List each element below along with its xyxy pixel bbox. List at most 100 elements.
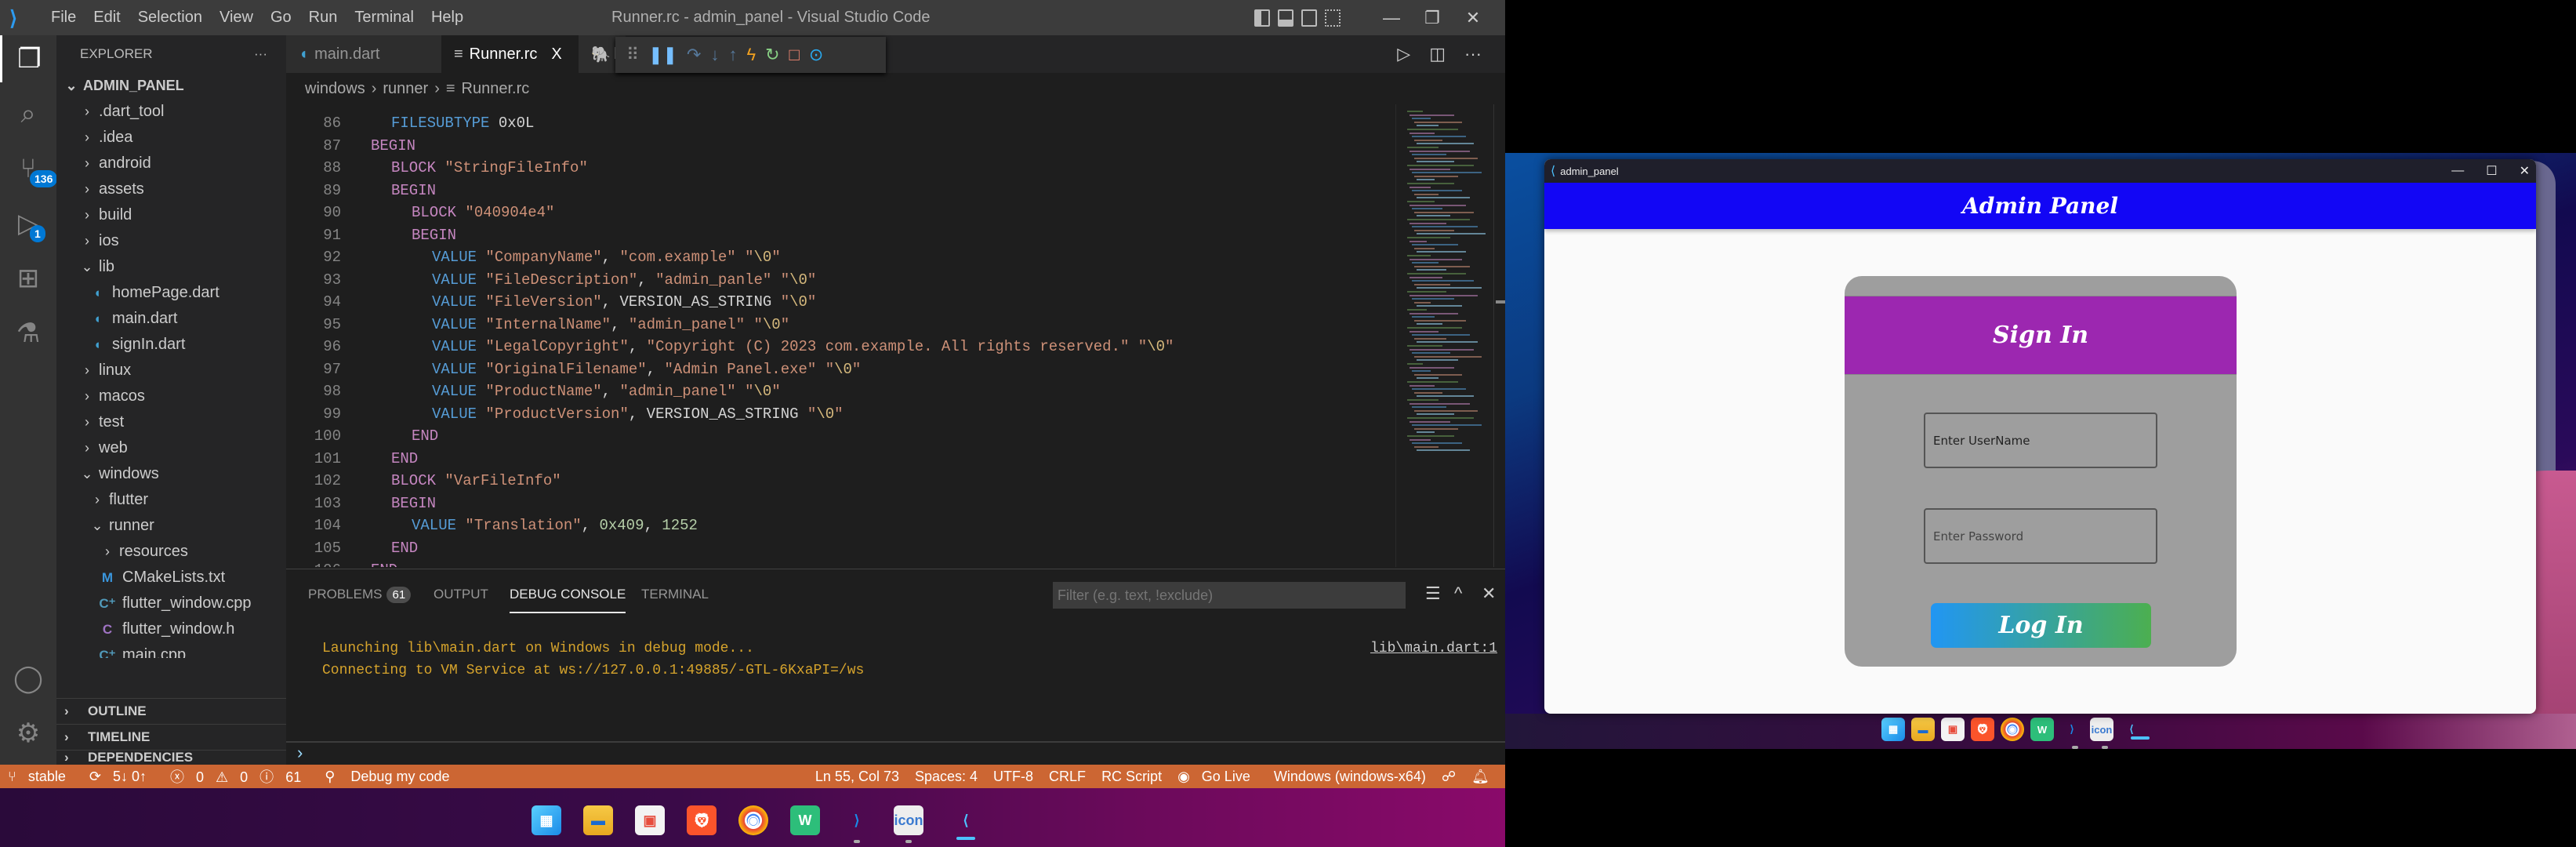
sync-item[interactable]: ⟳ 5↓ 0↑ xyxy=(89,769,154,785)
tree-item[interactable]: › macos xyxy=(56,384,286,409)
section-dependencies[interactable]: › DEPENDENCIES xyxy=(56,750,286,765)
taskbar-icon-app-icon[interactable]: icon xyxy=(894,805,923,843)
debug-icon[interactable]: ⚲ xyxy=(325,769,335,785)
explorer-icon[interactable]: ❐ xyxy=(0,35,56,82)
run-debug-icon[interactable]: ▷ 1 xyxy=(0,200,56,247)
breadcrumb-item[interactable]: Runner.rc xyxy=(462,80,530,98)
toggle-primary-sidebar-icon[interactable] xyxy=(1254,9,1270,27)
menu-run[interactable]: Run xyxy=(300,9,346,27)
menu-terminal[interactable]: Terminal xyxy=(346,9,423,27)
taskbar-start-icon[interactable]: ▦ xyxy=(532,805,561,835)
debug-console-filter-input[interactable] xyxy=(1053,582,1406,609)
taskbar-flutter-app-icon[interactable]: ⟨ xyxy=(945,799,986,842)
problems-item[interactable]: ⓧ 0 ⚠ 0 ⓘ 61 xyxy=(170,766,309,787)
notifications-bell-icon[interactable]: 🔔︎ xyxy=(1471,769,1489,785)
workspace-root[interactable]: ⌄ ADMIN_PANEL xyxy=(56,73,286,99)
tree-item[interactable]: ◖ signIn.dart xyxy=(56,332,286,358)
tab-terminal[interactable]: TERMINAL xyxy=(641,587,709,613)
breadcrumb-item[interactable]: windows xyxy=(305,80,365,98)
breadcrumb-item[interactable]: runner xyxy=(383,80,428,98)
source-control-icon[interactable]: ⑂ 136 xyxy=(0,145,58,192)
clear-console-icon[interactable]: ☰ xyxy=(1425,583,1441,604)
maximize-button[interactable]: ☐ xyxy=(2486,163,2497,179)
tree-item[interactable]: C⁺ flutter_window.cpp xyxy=(56,591,286,616)
section-timeline[interactable]: › TIMELINE xyxy=(56,724,286,750)
tree-item[interactable]: ⌄ lib xyxy=(56,254,286,280)
accounts-icon[interactable]: ◯ xyxy=(0,655,56,702)
restore-button[interactable]: ❐ xyxy=(1419,8,1446,28)
tab-debug-console[interactable]: DEBUG CONSOLE xyxy=(510,587,626,613)
minimize-button[interactable]: — xyxy=(1378,8,1405,28)
tree-item[interactable]: › flutter xyxy=(56,487,286,513)
tree-item[interactable]: Cflutter_window.h xyxy=(56,616,286,642)
tab-problems[interactable]: PROBLEMS 61 xyxy=(308,587,412,613)
tree-item[interactable]: › ios xyxy=(56,228,286,254)
taskbar-wps-office-icon[interactable]: W xyxy=(2030,718,2054,741)
run-icon[interactable]: ▷ xyxy=(1397,44,1410,64)
flutter-inspector-icon[interactable]: ⊙ xyxy=(809,45,823,65)
tree-item[interactable]: › linux xyxy=(56,358,286,384)
step-into-icon[interactable]: ↓ xyxy=(710,45,719,65)
feedback-icon[interactable]: ☍ xyxy=(1442,769,1456,785)
menu-selection[interactable]: Selection xyxy=(129,9,211,27)
hot-reload-icon[interactable]: ϟ xyxy=(746,45,756,65)
debug-config-item[interactable]: Debug my code xyxy=(350,769,449,785)
pause-icon[interactable]: ❚❚ xyxy=(648,45,677,65)
go-live-item[interactable]: ◉ Go Live xyxy=(1177,769,1258,785)
tree-item[interactable]: › android xyxy=(56,151,286,176)
close-tab-icon[interactable]: X xyxy=(551,45,561,64)
tree-item[interactable]: › resources xyxy=(56,539,286,565)
taskbar-flutter-app-icon[interactable]: ⟨ xyxy=(2120,718,2150,741)
device-selector[interactable]: Windows (windows-x64) xyxy=(1274,769,1426,785)
taskbar-chrome-icon[interactable]: ◉ xyxy=(2001,718,2024,741)
tree-item[interactable]: C⁺ main.cpp xyxy=(56,642,286,658)
menu-edit[interactable]: Edit xyxy=(85,9,129,27)
taskbar-icon-app-icon[interactable]: icon xyxy=(2090,718,2113,749)
menu-view[interactable]: View xyxy=(211,9,262,27)
taskbar-brave-icon[interactable]: 🦁︎ xyxy=(687,805,717,835)
testing-icon[interactable]: ⚗ xyxy=(0,310,56,357)
extensions-icon[interactable]: ⊞ xyxy=(0,255,56,302)
tree-item[interactable]: ◖ homePage.dart xyxy=(56,280,286,306)
restart-icon[interactable]: ↻ xyxy=(765,45,779,65)
tree-item[interactable]: › build xyxy=(56,202,286,228)
editor-scrollbar[interactable] xyxy=(1493,104,1505,567)
encoding[interactable]: UTF-8 xyxy=(993,769,1033,785)
tab-runner-rc[interactable]: ≡ Runner.rc X xyxy=(441,35,579,73)
taskbar-microsoft-store-icon[interactable]: ▣ xyxy=(1941,718,1965,741)
taskbar-brave-icon[interactable]: 🦁︎ xyxy=(1971,718,1994,741)
more-actions-button[interactable]: ··· xyxy=(254,46,267,62)
tree-item[interactable]: ⌄ runner xyxy=(56,513,286,539)
tree-item[interactable]: › test xyxy=(56,409,286,435)
language-mode[interactable]: RC Script xyxy=(1101,769,1162,785)
taskbar-file-explorer-icon[interactable]: ▬ xyxy=(583,805,613,835)
taskbar-wps-office-icon[interactable]: W xyxy=(790,805,820,835)
step-out-icon[interactable]: ↑ xyxy=(728,45,737,65)
login-button[interactable]: Log In xyxy=(1931,603,2151,648)
taskbar-file-explorer-icon[interactable]: ▬ xyxy=(1911,718,1935,741)
taskbar-chrome-icon[interactable]: ◉ xyxy=(738,805,768,835)
minimize-button[interactable]: — xyxy=(2451,164,2464,178)
customize-layout-icon[interactable] xyxy=(1325,9,1341,27)
section-outline[interactable]: › OUTLINE xyxy=(56,698,286,724)
tree-item[interactable]: › assets xyxy=(56,176,286,202)
taskbar-vscode-icon[interactable]: ⟩ xyxy=(2060,718,2084,749)
tab-main-dart[interactable]: ◖ main.dart xyxy=(286,35,441,73)
tree-item[interactable]: › .dart_tool xyxy=(56,99,286,125)
end-of-line[interactable]: CRLF xyxy=(1049,769,1086,785)
more-editor-actions-icon[interactable]: ··· xyxy=(1464,44,1482,64)
stop-icon[interactable]: □ xyxy=(789,45,800,65)
tab-output[interactable]: OUTPUT xyxy=(434,587,488,613)
branch-item[interactable]: ⑂ stable xyxy=(8,769,74,785)
source-link[interactable]: lib\main.dart:1 xyxy=(1370,641,1497,656)
indentation[interactable]: Spaces: 4 xyxy=(915,769,978,785)
drag-handle-icon[interactable]: ⠿ xyxy=(626,45,639,65)
step-over-icon[interactable]: ↷ xyxy=(687,45,701,65)
tree-item[interactable]: M CMakeLists.txt xyxy=(56,565,286,591)
minimap[interactable] xyxy=(1395,104,1493,567)
menu-file[interactable]: File xyxy=(42,9,85,27)
toggle-panel-icon[interactable] xyxy=(1278,9,1293,27)
code-editor[interactable]: 86 FILESUBTYPE 0x0L 87 BEGIN 88 BLOCK "String… xyxy=(286,104,1395,567)
password-input[interactable] xyxy=(1924,508,2157,564)
tree-item[interactable]: › web xyxy=(56,435,286,461)
